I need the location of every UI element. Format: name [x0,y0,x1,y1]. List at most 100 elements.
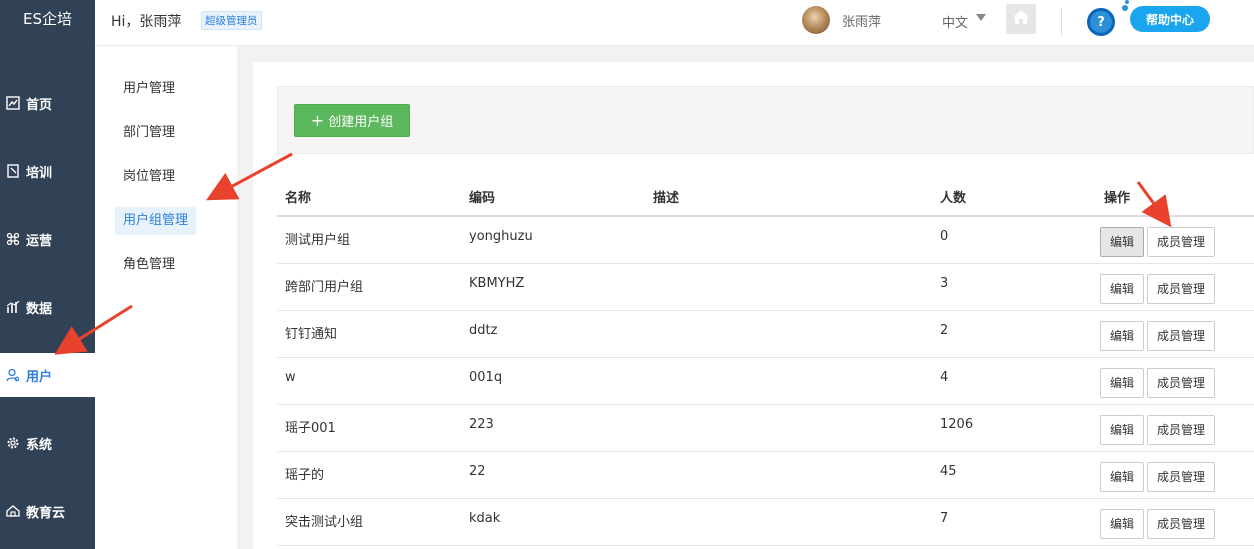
greeting: Hi，张雨萍 [111,14,182,30]
edit-button[interactable]: 编辑 [1100,508,1145,539]
cell-code: yonghuzu [461,216,645,264]
cell-code: ddtz [461,310,645,358]
cell-code: 223 [461,404,645,452]
nav-item-edu-cloud[interactable]: 教育云 [0,489,95,533]
nav-item-operations[interactable]: 运营 [0,217,95,261]
column-header-count: 人数 [932,178,1096,217]
subnav-item-user-group-management[interactable]: 用户组管理 [115,207,197,235]
language-select[interactable]: 中文 [942,12,968,31]
table-row: 瑶子001 223 1206 编辑 成员管理 [277,404,1254,452]
member-management-button[interactable]: 成员管理 [1147,414,1216,445]
caret-down-icon[interactable] [976,14,986,21]
edit-button[interactable]: 编辑 [1100,367,1145,398]
nav-item-users[interactable]: 用户 [0,353,95,397]
cell-description [645,310,932,358]
avatar[interactable] [802,6,830,34]
cell-description [645,498,932,546]
toolbar: + 创建用户组 [277,86,1254,154]
cell-name: 测试用户组 [277,216,461,264]
nav-item-system[interactable]: 系统 [0,421,95,465]
nav-item-label: 运营 [26,233,53,249]
cell-description [645,357,932,405]
role-badge: 超级管理员 [201,11,262,30]
chart-line-icon [5,95,21,111]
top-header: Hi，张雨萍 超级管理员 张雨萍 中文 ? 帮助中心 [95,0,1254,46]
table-row: 钉钉通知 ddtz 2 编辑 成员管理 [277,310,1254,358]
nav-item-label: 教育云 [26,505,66,521]
column-header-actions: 操作 [1096,178,1254,217]
table-row: 突击测试小组 kdak 7 编辑 成员管理 [277,498,1254,546]
cell-count: 1206 [932,404,1096,452]
cell-code: KBMYHZ [461,263,645,311]
column-header-name: 名称 [277,178,461,217]
cell-description [645,451,932,499]
nav-item-label: 系统 [26,437,53,453]
cell-code: 22 [461,451,645,499]
cell-name: 跨部门用户组 [277,263,461,311]
left-nav: ES企培 首页 培训 运营 数据 用户 系统 教育云 [0,0,95,549]
gear-icon [5,435,21,451]
member-management-button[interactable]: 成员管理 [1147,273,1216,304]
member-management-button[interactable]: 成员管理 [1147,508,1216,539]
edit-button[interactable]: 编辑 [1100,273,1145,304]
home-button[interactable] [1006,4,1036,34]
cell-actions: 编辑 成员管理 [1096,404,1254,452]
help-center-button[interactable]: 帮助中心 [1130,6,1210,32]
cell-actions: 编辑 成员管理 [1096,451,1254,499]
cell-count: 4 [932,357,1096,405]
cell-description [645,263,932,311]
user-name[interactable]: 张雨萍 [842,11,881,30]
nav-item-home[interactable]: 首页 [0,81,95,125]
column-header-description: 描述 [645,178,932,217]
member-management-button[interactable]: 成员管理 [1147,320,1216,351]
nav-item-label: 数据 [26,301,53,317]
header-divider [1061,8,1062,36]
cell-name: w [277,357,461,405]
subnav-item-position-management[interactable]: 岗位管理 [115,163,183,191]
create-user-group-button[interactable]: + 创建用户组 [294,104,410,137]
edit-button[interactable]: 编辑 [1100,227,1145,257]
nav-item-training[interactable]: 培训 [0,149,95,193]
home-icon [1012,9,1030,29]
nav-item-data[interactable]: 数据 [0,285,95,329]
book-icon [5,163,21,179]
subnav-item-role-management[interactable]: 角色管理 [115,251,183,279]
user-group-table: 名称 编码 描述 人数 操作 测试用户组 yonghuzu 0 编辑 成员管理 跨… [277,178,1254,546]
cell-name: 瑶子的 [277,451,461,499]
cell-count: 3 [932,263,1096,311]
cell-actions: 编辑 成员管理 [1096,263,1254,311]
help-icon[interactable]: ? [1087,8,1115,36]
member-management-button[interactable]: 成员管理 [1147,227,1216,257]
cell-name: 瑶子001 [277,404,461,452]
cell-code: kdak [461,498,645,546]
cell-name: 突击测试小组 [277,498,461,546]
cell-actions: 编辑 成员管理 [1096,216,1254,264]
edit-button[interactable]: 编辑 [1100,461,1145,492]
app-logo[interactable]: ES企培 [0,0,95,38]
table-row: 跨部门用户组 KBMYHZ 3 编辑 成员管理 [277,263,1254,311]
table-row: w 001q 4 编辑 成员管理 [277,357,1254,405]
cell-description [645,216,932,264]
cell-actions: 编辑 成员管理 [1096,310,1254,358]
member-management-button[interactable]: 成员管理 [1147,367,1216,398]
command-icon [5,231,21,247]
cell-count: 2 [932,310,1096,358]
subnav-item-user-management[interactable]: 用户管理 [115,75,183,103]
help-decoration-dot [1122,5,1128,11]
member-management-button[interactable]: 成员管理 [1147,461,1216,492]
subnav-item-department-management[interactable]: 部门管理 [115,119,183,147]
nav-item-label: 首页 [26,97,53,113]
bar-chart-icon [5,299,21,315]
main-content: + 创建用户组 名称 编码 描述 人数 操作 测试用户组 yonghuzu 0 [253,62,1254,549]
cell-count: 7 [932,498,1096,546]
cell-code: 001q [461,357,645,405]
plus-icon: + [310,110,325,130]
cell-actions: 编辑 成员管理 [1096,357,1254,405]
edit-button[interactable]: 编辑 [1100,414,1145,445]
table-header-row: 名称 编码 描述 人数 操作 [277,178,1254,217]
user-icon [5,367,21,383]
cell-description [645,404,932,452]
help-decoration-dot [1125,0,1129,4]
edit-button[interactable]: 编辑 [1100,320,1145,351]
cell-name: 钉钉通知 [277,310,461,358]
